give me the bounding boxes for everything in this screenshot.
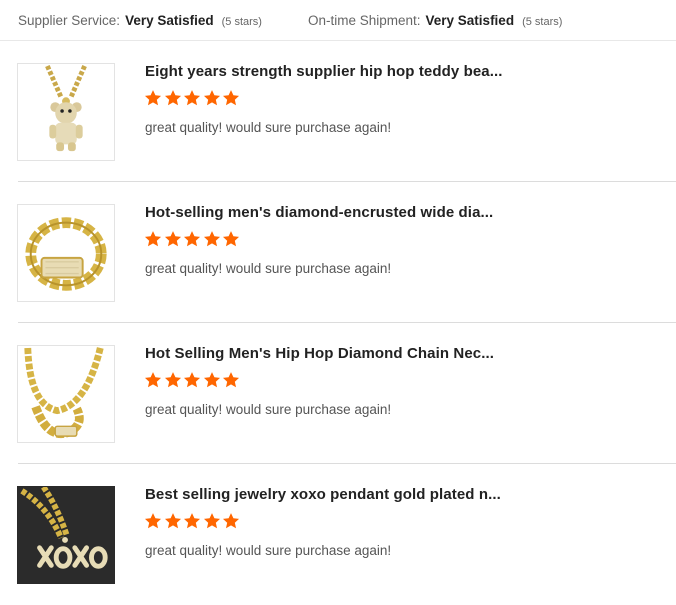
star-icon [203,512,221,530]
supplier-service-rating: Supplier Service: Very Satisfied (5 star… [18,13,262,28]
rating-summary: Supplier Service: Very Satisfied (5 star… [0,0,676,41]
star-icon [144,89,162,107]
review-item: Hot-selling men's diamond-encrusted wide… [0,182,676,323]
shipment-stars: (5 stars) [522,15,563,28]
star-icon [164,512,182,530]
star-icon [222,371,240,389]
star-icon [222,512,240,530]
review-comment: great quality! would sure purchase again… [145,261,392,276]
review-product-title[interactable]: Hot-selling men's diamond-encrusted wide… [145,204,493,221]
star-icon [183,89,201,107]
star-icon [203,371,221,389]
star-icon [144,230,162,248]
teddy-bear-pendant-icon[interactable] [17,63,115,161]
review-rating [144,89,242,107]
shipment-value: Very Satisfied [425,12,515,28]
review-product-title[interactable]: Hot Selling Men's Hip Hop Diamond Chain … [145,345,494,362]
review-comment: great quality! would sure purchase again… [145,402,392,417]
supplier-service-value: Very Satisfied [125,12,214,28]
review-item: Eight years strength supplier hip hop te… [0,41,676,182]
star-icon [183,230,201,248]
star-icon [164,230,182,248]
xoxo-pendant-icon[interactable] [17,486,115,584]
chain-necklace-icon[interactable] [17,345,115,443]
star-icon [203,230,221,248]
star-icon [222,230,240,248]
supplier-service-stars: (5 stars) [221,15,262,28]
shipment-rating: On-time Shipment: Very Satisfied (5 star… [308,13,562,28]
review-rating [144,230,242,248]
review-product-title[interactable]: Best selling jewelry xoxo pendant gold p… [145,486,501,503]
shipment-label: On-time Shipment: [307,12,421,28]
star-icon [203,89,221,107]
supplier-service-label: Supplier Service: [18,12,121,28]
review-item: Hot Selling Men's Hip Hop Diamond Chain … [0,323,676,464]
review-comment: great quality! would sure purchase again… [145,543,392,558]
star-icon [164,371,182,389]
star-icon [144,371,162,389]
star-icon [144,512,162,530]
star-icon [222,89,240,107]
review-rating [144,512,242,530]
review-rating [144,371,242,389]
review-comment: great quality! would sure purchase again… [145,120,392,135]
star-icon [183,371,201,389]
review-item: Best selling jewelry xoxo pendant gold p… [0,464,676,605]
star-icon [164,89,182,107]
star-icon [183,512,201,530]
cuban-bracelet-icon[interactable] [17,204,115,302]
review-product-title[interactable]: Eight years strength supplier hip hop te… [145,63,503,80]
